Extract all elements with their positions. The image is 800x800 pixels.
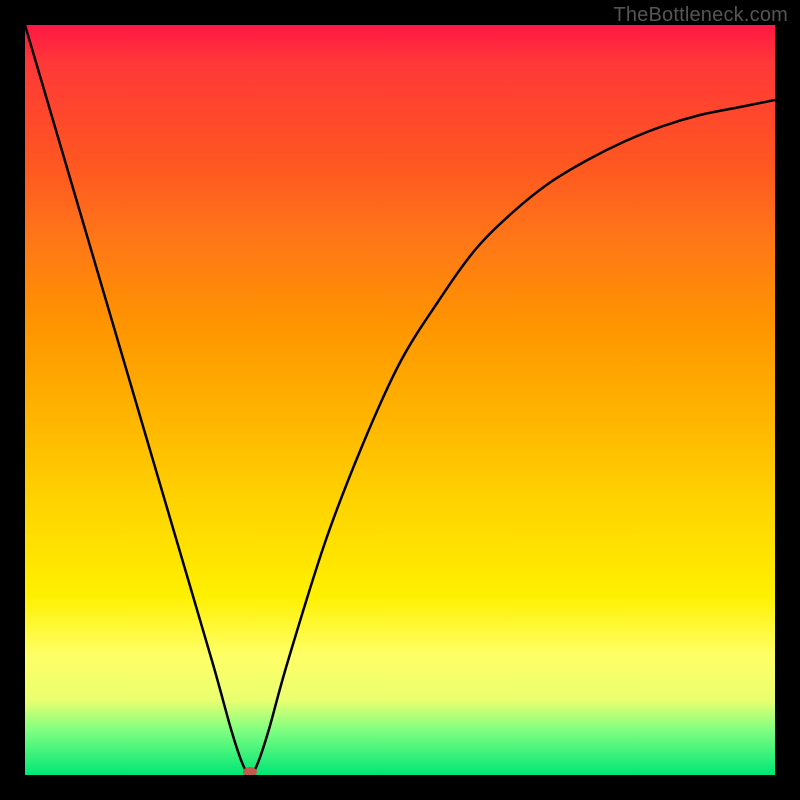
chart-container: TheBottleneck.com — [0, 0, 800, 800]
watermark-text: TheBottleneck.com — [613, 4, 788, 27]
bottleneck-curve — [25, 25, 775, 775]
